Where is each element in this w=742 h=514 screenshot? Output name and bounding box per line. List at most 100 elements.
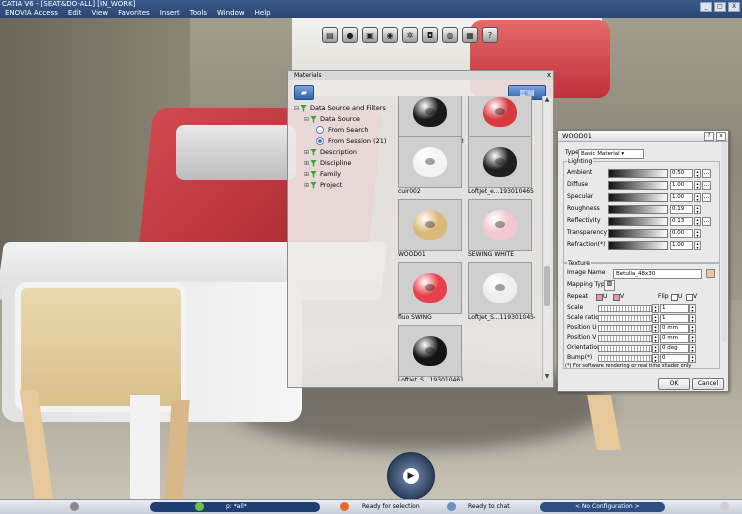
spinner-icon[interactable]: ▴ ▾ (652, 304, 659, 313)
flip-u-checkbox[interactable] (671, 294, 678, 301)
scroll-up-icon[interactable]: ▲ (543, 96, 551, 104)
lighting-param-value[interactable]: 1.00 (670, 241, 693, 250)
material-thumbnail[interactable] (468, 136, 532, 188)
material-swatch[interactable]: LoftJet_e...193010465 (468, 136, 534, 200)
folder-icon[interactable]: ▰ (294, 85, 314, 100)
texture-param-slider[interactable] (598, 325, 652, 332)
mapping-type-icon[interactable]: ▧ (604, 280, 615, 291)
image-icon[interactable]: ▣ (362, 27, 378, 43)
texture-param-slider[interactable] (598, 335, 652, 342)
material-thumbnail[interactable] (468, 199, 532, 251)
more-options-button[interactable]: … (702, 181, 711, 190)
lighting-param-value[interactable]: 1.00 (670, 181, 693, 190)
menu-view[interactable]: View (86, 9, 113, 18)
spinner-icon[interactable]: ▴ ▾ (652, 344, 659, 353)
menu-tools[interactable]: Tools (185, 9, 212, 18)
menu-help[interactable]: Help (250, 9, 276, 18)
more-options-button[interactable]: … (702, 169, 711, 178)
menu-enovia-access[interactable]: ENOVIA Access (0, 9, 63, 18)
lock-icon[interactable]: ◘ (422, 27, 438, 43)
spinner-icon[interactable]: ▴ ▾ (689, 344, 696, 353)
repeat-v-checkbox[interactable] (613, 294, 620, 301)
lighting-param-value[interactable]: 0.50 (670, 169, 693, 178)
material-thumbnail[interactable] (468, 96, 532, 138)
more-options-button[interactable]: … (702, 217, 711, 226)
radio-icon[interactable] (316, 126, 324, 134)
tree-item-from-search[interactable]: From Search (294, 125, 386, 136)
material-swatch[interactable]: fluo SWING (398, 262, 462, 326)
cancel-button[interactable]: Cancel (692, 378, 724, 390)
lighting-param-value[interactable]: 0.13 (670, 217, 693, 226)
scene-icon[interactable]: ▦ (462, 27, 478, 43)
search-field[interactable]: p: *all* (226, 502, 247, 512)
menu-window[interactable]: Window (212, 9, 250, 18)
texture-param-value[interactable]: 1 (660, 314, 689, 323)
image-name-field[interactable]: Betulla_48x30 (613, 269, 702, 279)
spinner-icon[interactable]: ▴ ▾ (694, 241, 701, 250)
material-swatch[interactable]: SEWING WHITE (468, 199, 532, 263)
spinner-icon[interactable]: ▴ ▾ (694, 181, 701, 190)
materials-panel-header[interactable]: Materials x (288, 71, 553, 80)
radio-selected-icon[interactable] (316, 137, 324, 145)
spinner-icon[interactable]: ▴ ▾ (652, 324, 659, 333)
table-drawer-wood[interactable] (15, 282, 187, 412)
minimize-button[interactable]: _ (700, 2, 712, 12)
lighting-gradient-slider[interactable] (608, 181, 668, 190)
lighting-param-value[interactable]: 1.00 (670, 193, 693, 202)
material-thumbnail[interactable] (398, 199, 462, 251)
world-icon[interactable]: ◍ (442, 27, 458, 43)
material-thumbnail[interactable] (398, 136, 462, 188)
sphere-icon[interactable]: ● (342, 27, 358, 43)
settings-icon[interactable] (720, 502, 729, 511)
flip-v-checkbox[interactable] (686, 294, 693, 301)
help-icon[interactable]: ? (482, 27, 498, 43)
spinner-icon[interactable]: ▴ ▾ (652, 314, 659, 323)
texture-param-slider[interactable] (598, 315, 652, 322)
texture-param-slider[interactable] (598, 355, 652, 362)
spinner-icon[interactable]: ▴ ▾ (652, 334, 659, 343)
clapper-icon[interactable]: ▤ (322, 27, 338, 43)
camera-icon[interactable]: ◉ (382, 27, 398, 43)
lighting-gradient-slider[interactable] (608, 241, 668, 250)
menu-edit[interactable]: Edit (63, 9, 87, 18)
material-swatch[interactable]: LoftJet_S...193010461 (398, 325, 464, 381)
spinner-icon[interactable]: ▴ ▾ (689, 324, 696, 333)
texture-param-value[interactable]: 1 (660, 304, 689, 313)
spinner-icon[interactable]: ▴ ▾ (689, 334, 696, 343)
lighting-gradient-slider[interactable] (608, 217, 668, 226)
gear-icon[interactable]: ✲ (402, 27, 418, 43)
menu-insert[interactable]: Insert (155, 9, 185, 18)
dialog-close-button[interactable]: x (716, 132, 726, 141)
material-thumbnail[interactable] (398, 262, 462, 314)
help-button[interactable]: ? (704, 132, 714, 141)
tree-item-root[interactable]: ⊟ Data Source and Filters (294, 103, 386, 114)
tree-item-description[interactable]: ⊞ Description (294, 147, 386, 158)
scroll-down-icon[interactable]: ▼ (543, 373, 551, 381)
material-swatch[interactable]: WOOD01 (398, 199, 462, 263)
chat-icon[interactable] (447, 502, 456, 511)
lighting-param-value[interactable]: 0.19 (670, 205, 693, 214)
spinner-icon[interactable]: ▴ ▾ (694, 217, 701, 226)
texture-preview-icon[interactable] (706, 269, 715, 278)
texture-param-value[interactable]: 0 mm (660, 334, 689, 343)
tree-item-discipline[interactable]: ⊞ Discipline (294, 158, 386, 169)
spinner-icon[interactable]: ▴ ▾ (689, 314, 696, 323)
configuration-field[interactable]: < No Configuration > (575, 502, 640, 512)
lighting-gradient-slider[interactable] (608, 205, 668, 214)
lighting-gradient-slider[interactable] (608, 169, 668, 178)
tree-item-from-session[interactable]: From Session (21) (294, 136, 386, 147)
repeat-u-checkbox[interactable] (596, 294, 603, 301)
maximize-button[interactable]: □ (714, 2, 726, 12)
texture-param-value[interactable]: 0 deg (660, 344, 689, 353)
lighting-gradient-slider[interactable] (608, 193, 668, 202)
lighting-gradient-slider[interactable] (608, 229, 668, 238)
material-thumbnail[interactable] (468, 262, 532, 314)
chair-pad[interactable] (176, 125, 296, 180)
close-button[interactable]: X (728, 2, 740, 12)
ok-button[interactable]: OK (658, 378, 690, 390)
tree-item-family[interactable]: ⊞ Family (294, 169, 386, 180)
tree-item-project[interactable]: ⊞ Project (294, 180, 386, 191)
play-icon[interactable]: ▶ (403, 468, 419, 484)
texture-param-slider[interactable] (598, 345, 652, 352)
spinner-icon[interactable]: ▴ ▾ (694, 193, 701, 202)
